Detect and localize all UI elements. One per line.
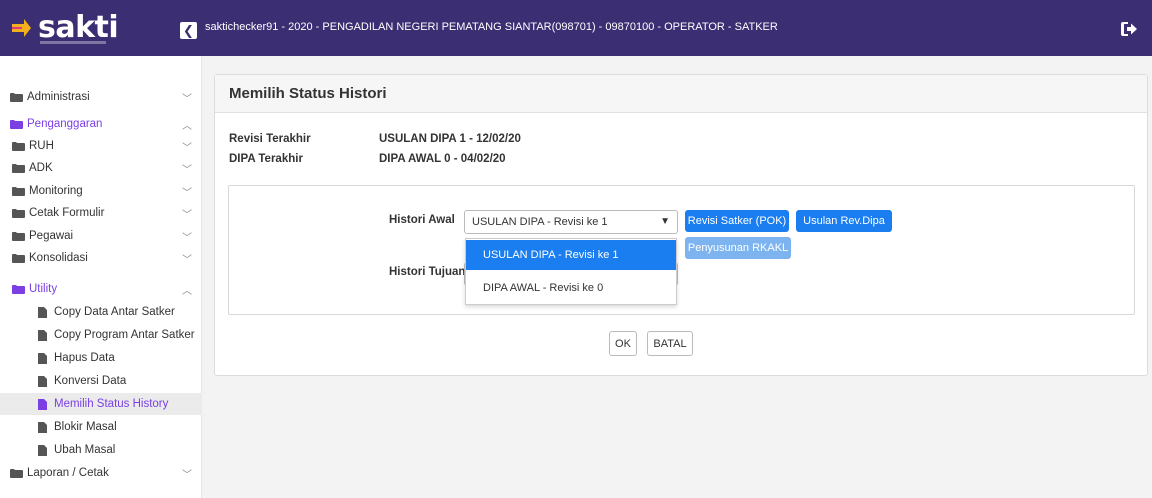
sidebar-item-blokir-masal[interactable]: Blokir Masal — [0, 416, 202, 438]
sidebar-item-konversi-data[interactable]: Konversi Data — [0, 370, 202, 392]
status-histori-panel: Memilih Status Histori Revisi Terakhir U… — [214, 74, 1148, 376]
sidebar-collapse-button[interactable]: ❮ — [180, 22, 197, 39]
ok-button[interactable]: OK — [609, 331, 637, 356]
page-title: Memilih Status Histori — [229, 85, 387, 102]
histori-awal-selected-value: USULAN DIPA - Revisi ke 1 — [472, 216, 608, 228]
sakti-logo-mark-icon — [12, 19, 31, 37]
folder-icon — [12, 186, 25, 196]
sidebar-item-label: Blokir Masal — [54, 421, 117, 433]
folder-icon — [12, 231, 25, 241]
histori-form: Histori Awal USULAN DIPA - Revisi ke 1 ▼… — [228, 185, 1135, 315]
session-info: saktichecker91 - 2020 - PENGADILAN NEGER… — [205, 21, 778, 33]
sidebar: Administrasi ﹀ Penganggaran ︿ RUH ﹀ ADK … — [0, 56, 202, 498]
batal-button[interactable]: BATAL — [647, 331, 693, 356]
sidebar-item-cetak-formulir[interactable]: Cetak Formulir ﹀ — [0, 202, 202, 224]
sidebar-item-adk[interactable]: ADK ﹀ — [0, 157, 202, 179]
folder-icon — [12, 208, 25, 218]
sidebar-item-pegawai[interactable]: Pegawai ﹀ — [0, 225, 202, 247]
dipa-terakhir-label: DIPA Terakhir — [229, 153, 303, 165]
dropdown-option[interactable]: USULAN DIPA - Revisi ke 1 — [466, 240, 676, 270]
file-icon — [38, 352, 47, 364]
sidebar-item-label: Laporan / Cetak — [27, 467, 109, 479]
revisi-terakhir-label: Revisi Terakhir — [229, 133, 311, 145]
sidebar-item-utility[interactable]: Utility ︿ — [0, 278, 202, 300]
folder-icon — [12, 141, 25, 151]
sidebar-item-label: Memilih Status History — [54, 398, 169, 410]
sidebar-item-laporan-cetak[interactable]: Laporan / Cetak ﹀ — [0, 462, 202, 484]
sidebar-item-label: Konsolidasi — [29, 252, 88, 264]
sidebar-item-label: RUH — [29, 140, 54, 152]
panel-header: Memilih Status Histori — [215, 75, 1147, 113]
top-bar: sakti ❮ saktichecker91 - 2020 - PENGADIL… — [0, 0, 1152, 56]
chevron-down-icon: ﹀ — [182, 470, 192, 481]
folder-icon — [12, 163, 25, 173]
sidebar-item-label: Penganggaran — [27, 118, 103, 130]
chevron-down-icon: ﹀ — [182, 143, 192, 154]
chevron-down-icon: ﹀ — [182, 94, 192, 105]
folder-icon — [12, 253, 25, 263]
dipa-terakhir-value: DIPA AWAL 0 - 04/02/20 — [379, 153, 506, 165]
sidebar-item-label: Konversi Data — [54, 375, 127, 387]
sidebar-item-label: Pegawai — [29, 230, 74, 242]
chevron-up-icon: ︿ — [182, 286, 192, 297]
sidebar-item-label: Ubah Masal — [54, 444, 116, 456]
sidebar-item-monitoring[interactable]: Monitoring ﹀ — [0, 180, 202, 202]
sidebar-item-copy-program-antar-satker[interactable]: Copy Program Antar Satker — [0, 324, 202, 346]
sidebar-item-label: Monitoring — [29, 185, 83, 197]
chevron-down-icon: ﹀ — [182, 233, 192, 244]
folder-icon — [10, 92, 23, 102]
usulan-rev-dipa-button[interactable]: Usulan Rev.Dipa — [796, 210, 892, 232]
folder-open-icon — [12, 284, 25, 294]
histori-tujuan-label: Histori Tujuan — [389, 266, 466, 278]
chevron-up-icon: ︿ — [182, 121, 192, 132]
chevron-down-icon: ﹀ — [182, 255, 192, 266]
main-content: Memilih Status Histori Revisi Terakhir U… — [202, 56, 1152, 498]
file-icon — [38, 421, 47, 433]
folder-icon — [10, 468, 23, 478]
logo-text: sakti — [38, 10, 119, 45]
sign-out-icon[interactable] — [1120, 21, 1138, 37]
revisi-satker-pok-button[interactable]: Revisi Satker (POK) — [685, 210, 789, 232]
logo-tagline — [40, 41, 106, 44]
sidebar-item-ubah-masal[interactable]: Ubah Masal — [0, 439, 202, 461]
file-icon — [38, 329, 47, 341]
chevron-down-icon: ﹀ — [182, 210, 192, 221]
sidebar-item-ruh[interactable]: RUH ﹀ — [0, 135, 202, 157]
sidebar-item-penganggaran[interactable]: Penganggaran ︿ — [0, 113, 202, 135]
chevron-down-icon: ﹀ — [182, 165, 192, 176]
sidebar-item-label: Administrasi — [27, 91, 90, 103]
sidebar-item-label: Copy Program Antar Satker — [54, 329, 195, 341]
revisi-terakhir-value: USULAN DIPA 1 - 12/02/20 — [379, 133, 521, 145]
histori-awal-label: Histori Awal — [389, 214, 455, 226]
folder-open-icon — [10, 119, 23, 129]
penyusunan-rkakl-button[interactable]: Penyusunan RKAKL — [685, 237, 791, 259]
sidebar-item-administrasi[interactable]: Administrasi ﹀ — [0, 86, 202, 108]
dropdown-option[interactable]: DIPA AWAL - Revisi ke 0 — [466, 273, 676, 303]
sidebar-item-hapus-data[interactable]: Hapus Data — [0, 347, 202, 369]
chevron-down-icon: ▼ — [660, 216, 670, 227]
sidebar-item-label: Copy Data Antar Satker — [54, 306, 175, 318]
chevron-down-icon: ﹀ — [182, 188, 192, 199]
sidebar-item-copy-data-antar-satker[interactable]: Copy Data Antar Satker — [0, 301, 202, 323]
logo[interactable]: sakti — [0, 0, 202, 56]
histori-awal-dropdown: USULAN DIPA - Revisi ke 1 DIPA AWAL - Re… — [465, 238, 677, 305]
sidebar-item-label: Utility — [29, 283, 58, 295]
sidebar-item-label: Cetak Formulir — [29, 207, 105, 219]
file-icon — [38, 375, 47, 387]
histori-awal-select[interactable]: USULAN DIPA - Revisi ke 1 ▼ — [464, 210, 678, 234]
file-icon — [38, 398, 47, 410]
sidebar-item-memilih-status-history[interactable]: Memilih Status History — [0, 393, 202, 415]
sidebar-item-konsolidasi[interactable]: Konsolidasi ﹀ — [0, 247, 202, 269]
file-icon — [38, 306, 47, 318]
file-icon — [38, 444, 47, 456]
sidebar-item-label: Hapus Data — [54, 352, 115, 364]
sidebar-item-label: ADK — [29, 162, 53, 174]
